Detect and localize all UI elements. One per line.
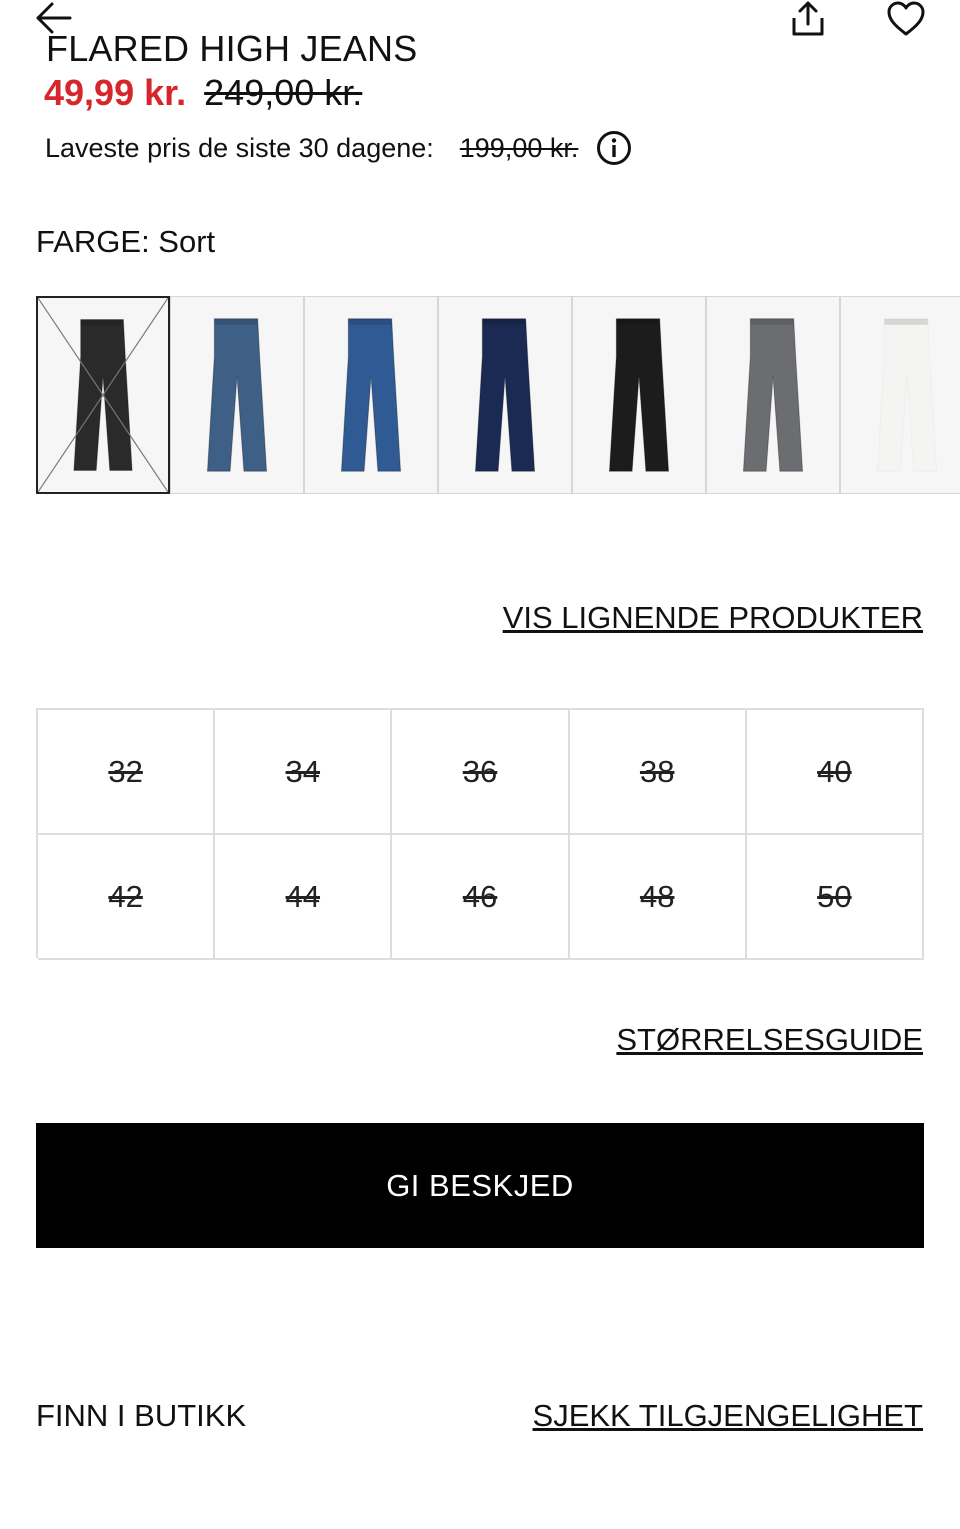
color-swatch-dark-blue[interactable] (438, 296, 572, 494)
size-option[interactable]: 50 (746, 835, 924, 960)
share-icon[interactable] (786, 0, 830, 40)
lowest-price-row: Laveste pris de siste 30 dagene: 199,00 … (45, 130, 632, 166)
size-option[interactable]: 48 (569, 835, 747, 960)
check-availability-link[interactable]: SJEKK TILGJENGELIGHET (533, 1398, 923, 1434)
color-swatch-white[interactable] (840, 296, 960, 494)
color-swatch-blue[interactable] (304, 296, 438, 494)
lowest-price-label: Laveste pris de siste 30 dagene: (45, 132, 434, 163)
sale-price: 49,99 kr. (44, 72, 187, 113)
size-option[interactable]: 34 (215, 710, 393, 835)
lowest-price-value: 199,00 kr. (459, 132, 579, 163)
color-label: FARGE: Sort (36, 224, 216, 259)
size-grid: 32 34 36 38 40 42 44 46 48 50 (36, 708, 924, 960)
size-option[interactable]: 32 (38, 710, 216, 835)
original-price: 249,00 kr. (204, 72, 363, 113)
size-option[interactable]: 44 (215, 835, 393, 960)
color-swatch-mid-blue[interactable] (170, 296, 304, 494)
find-in-store-label: FINN I BUTIKK (36, 1398, 247, 1433)
notify-me-button[interactable]: GI BESKJED (36, 1123, 924, 1248)
product-title: FLARED HIGH JEANS (46, 28, 418, 69)
size-option[interactable]: 40 (746, 710, 924, 835)
color-swatch-black-leather[interactable] (36, 296, 170, 494)
size-option[interactable]: 46 (392, 835, 570, 960)
size-option[interactable]: 38 (569, 710, 747, 835)
info-icon[interactable] (596, 130, 632, 166)
similar-products-link[interactable]: VIS LIGNENDE PRODUKTER (503, 600, 923, 636)
heart-icon[interactable] (884, 0, 928, 40)
size-guide-link[interactable]: STØRRELSESGUIDE (616, 1022, 923, 1058)
size-option[interactable]: 36 (392, 710, 570, 835)
color-swatch-black[interactable] (572, 296, 706, 494)
color-swatches (36, 296, 960, 496)
color-swatch-grey[interactable] (706, 296, 840, 494)
size-option[interactable]: 42 (38, 835, 216, 960)
price-row: 49,99 kr. 249,00 kr. (44, 72, 362, 114)
